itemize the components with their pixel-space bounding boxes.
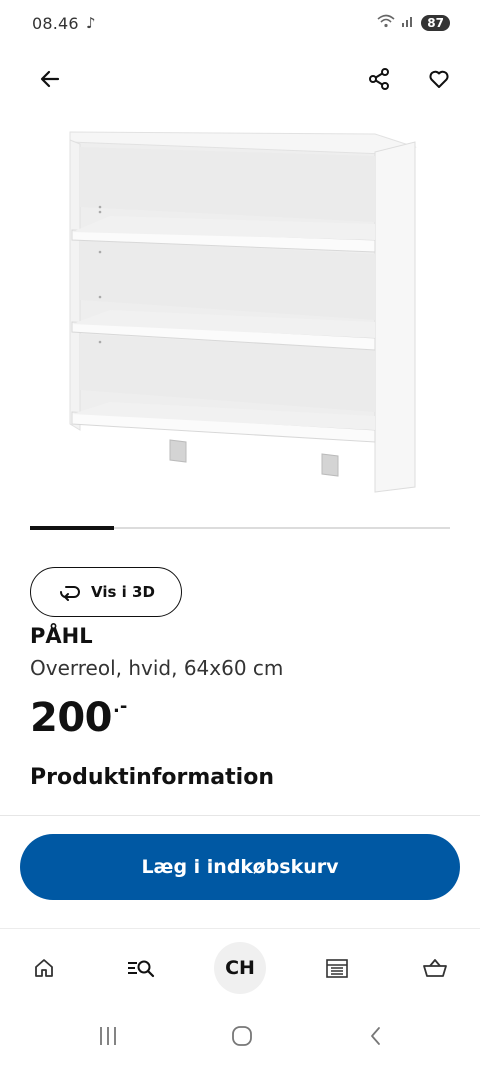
nav-search[interactable] [115, 942, 167, 994]
rotate-3d-icon [60, 586, 80, 601]
price-amount: 200 [30, 695, 113, 741]
search-list-icon [128, 960, 155, 978]
back-chevron-icon [371, 1027, 380, 1045]
nav-basket[interactable] [409, 942, 461, 994]
signal-icon [401, 14, 415, 31]
home-icon [35, 959, 53, 977]
nav-stores[interactable] [311, 942, 363, 994]
home-circle-icon [232, 1026, 252, 1046]
product-price: 200 .- [30, 694, 127, 742]
favorite-button[interactable] [417, 57, 461, 101]
system-home-button[interactable] [220, 1014, 264, 1058]
battery-icon: 87 [421, 14, 450, 31]
divider [0, 815, 480, 816]
carousel-progress-indicator [30, 526, 114, 530]
product-image[interactable] [40, 112, 440, 512]
product-name: PÅHL [30, 624, 93, 648]
nav-home[interactable] [18, 942, 70, 994]
system-recents-button[interactable] [86, 1014, 130, 1058]
price-suffix: .- [113, 696, 128, 717]
arrow-left-icon [40, 70, 60, 88]
recents-icon [100, 1027, 116, 1045]
status-time: 08.46 [32, 14, 79, 33]
status-icons: 87 [377, 14, 450, 31]
product-information-heading[interactable]: Produktinformation [30, 765, 274, 790]
notification-icon: ♪ [86, 14, 96, 32]
back-button[interactable] [28, 57, 72, 101]
share-icon [369, 68, 389, 90]
heart-icon [429, 70, 449, 88]
view-in-3d-button[interactable]: Vis i 3D [30, 567, 182, 617]
nav-account-avatar[interactable]: CH [214, 942, 266, 994]
view-in-3d-label: Vis i 3D [91, 583, 155, 601]
product-description: Overreol, hvid, 64x60 cm [30, 656, 284, 680]
system-back-button[interactable] [354, 1014, 398, 1058]
basket-icon [423, 959, 447, 977]
share-button[interactable] [357, 57, 401, 101]
wifi-icon [377, 14, 395, 31]
store-icon [326, 959, 348, 978]
add-to-cart-button[interactable]: Læg i indkøbskurv [20, 834, 460, 900]
bottom-divider [0, 928, 480, 929]
